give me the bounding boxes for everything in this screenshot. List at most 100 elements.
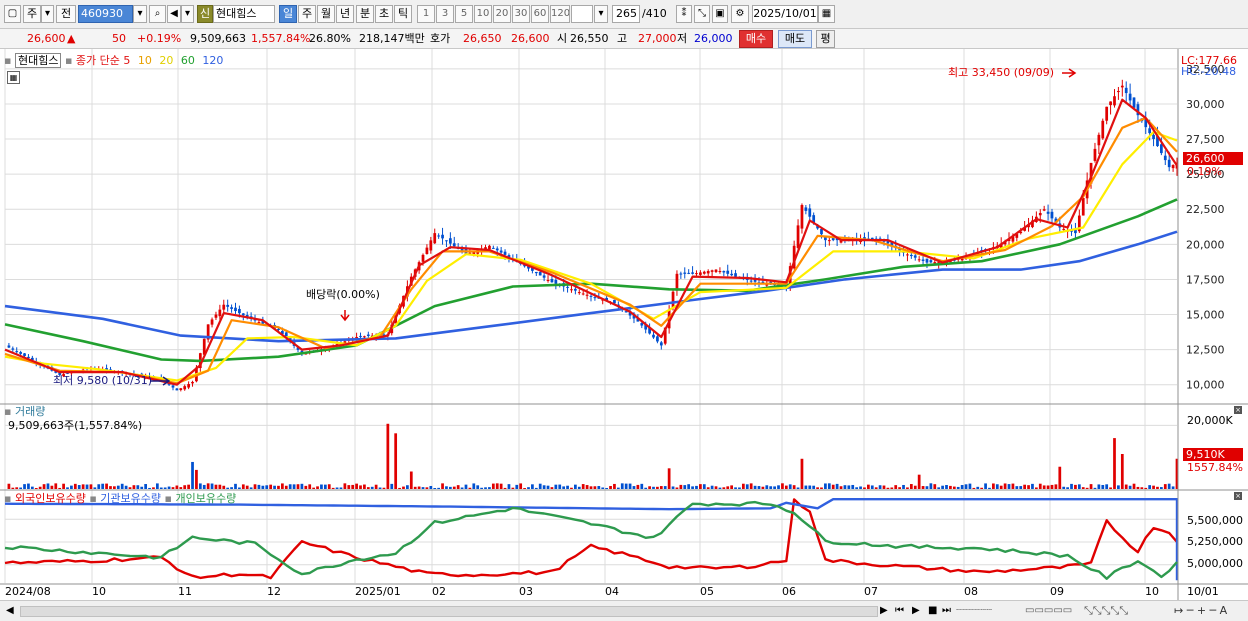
scroll-left-icon[interactable]: ◀ bbox=[6, 604, 14, 617]
interval-3-button[interactable]: 3 bbox=[436, 5, 454, 23]
period-year-tab[interactable]: 년 bbox=[336, 5, 354, 23]
play-icon[interactable]: ▶ bbox=[912, 604, 920, 617]
volume-bar bbox=[472, 483, 476, 489]
layout-icons[interactable]: ▭▭▭▭▭ bbox=[1025, 604, 1072, 617]
prev-button[interactable]: 전 bbox=[56, 5, 76, 23]
volume-bar bbox=[308, 484, 312, 489]
candle-body bbox=[1050, 211, 1054, 219]
period-day-tab[interactable]: 일 bbox=[279, 5, 297, 23]
volume-bar bbox=[988, 487, 991, 489]
volume-bar bbox=[527, 487, 530, 489]
volume-bar bbox=[702, 484, 706, 489]
period-second-tab[interactable]: 초 bbox=[375, 5, 393, 23]
speaker-icon[interactable]: ◀ bbox=[167, 5, 181, 23]
volume-bar bbox=[335, 487, 339, 489]
average-button[interactable]: 평 bbox=[816, 30, 835, 48]
legend-series-label: 종가 단순 bbox=[75, 54, 120, 67]
candle-body bbox=[1105, 106, 1109, 121]
period-tick-tab[interactable]: 틱 bbox=[394, 5, 412, 23]
candle-body bbox=[699, 272, 702, 275]
custom-interval-dropdown-icon[interactable]: ▾ bbox=[594, 5, 608, 23]
candle-body bbox=[909, 254, 913, 257]
date-field[interactable]: 2025/10/01 bbox=[752, 5, 818, 23]
interval-20-button[interactable]: 20 bbox=[493, 5, 511, 23]
crosshair-icon[interactable]: ⤡ bbox=[694, 5, 710, 23]
volume-bar bbox=[589, 486, 593, 489]
volume-bar bbox=[476, 485, 480, 489]
close-volume-icon[interactable]: × bbox=[1234, 406, 1242, 414]
zoom-icons[interactable]: ↦ ─ + ─ A bbox=[1174, 604, 1227, 617]
bottom-scrollbar[interactable]: ◀ ▶ ⏮ ▶ ■ ⏭ ┄┄┄┄┄┄ ▭▭▭▭▭ ⤡⤡⤡⤡⤡ ↦ ─ + ─ A bbox=[0, 600, 1248, 621]
table-icon[interactable]: ▦ bbox=[7, 71, 20, 84]
volume-bar bbox=[566, 485, 569, 489]
volume-bar bbox=[671, 486, 675, 489]
calendar-icon[interactable]: ▦ bbox=[818, 5, 835, 23]
volume-bar bbox=[878, 485, 882, 489]
x-label-10: 10 bbox=[92, 585, 106, 598]
candle-body bbox=[230, 307, 233, 309]
stock-code-input[interactable]: 460930 bbox=[78, 5, 133, 23]
candle-body bbox=[593, 297, 597, 299]
open-label: 시 bbox=[557, 32, 568, 45]
draw-tool-icons[interactable]: ⤡⤡⤡⤡⤡ bbox=[1084, 604, 1128, 617]
sell-button[interactable]: 매도 bbox=[778, 30, 812, 48]
volume-bar bbox=[386, 423, 390, 489]
candle-body bbox=[702, 271, 706, 274]
candle-body bbox=[659, 342, 663, 346]
speed-slider-icon[interactable]: ┄┄┄┄┄┄ bbox=[956, 604, 992, 617]
interval-5-button[interactable]: 5 bbox=[455, 5, 473, 23]
forward-icon[interactable]: ⏭ bbox=[942, 604, 951, 617]
ask-price-2: 26,600 bbox=[511, 32, 550, 45]
scroll-right-icon[interactable]: ▶ bbox=[880, 604, 888, 617]
speaker-dropdown-icon[interactable]: ▾ bbox=[181, 5, 194, 23]
interval-60-button[interactable]: 60 bbox=[531, 5, 549, 23]
holdings-tick-2: 5,250,000 bbox=[1187, 535, 1243, 548]
custom-interval-field[interactable] bbox=[571, 5, 593, 23]
volume-bar bbox=[925, 486, 929, 489]
search-icon[interactable]: ⌕ bbox=[149, 5, 166, 23]
window-icon[interactable]: ▢ bbox=[4, 5, 21, 23]
volume-bar bbox=[468, 487, 472, 489]
period-month-tab[interactable]: 월 bbox=[317, 5, 335, 23]
volume-bar bbox=[964, 484, 968, 489]
count-input[interactable]: 265 bbox=[612, 5, 640, 23]
volume-bar bbox=[1019, 486, 1023, 489]
x-label-date: 10/01 bbox=[1187, 585, 1219, 598]
candle-body bbox=[870, 237, 874, 240]
x-label-12: 12 bbox=[267, 585, 281, 598]
volume-bar bbox=[327, 484, 331, 489]
candle-body bbox=[726, 270, 730, 274]
candle-body bbox=[1113, 96, 1116, 106]
buy-button[interactable]: 매수 bbox=[739, 30, 773, 48]
x-label-09: 09 bbox=[1050, 585, 1064, 598]
interval-30-button[interactable]: 30 bbox=[512, 5, 530, 23]
price-tick-label: 22,500 bbox=[1186, 203, 1225, 216]
volume-bar bbox=[1058, 466, 1062, 489]
stock-chart[interactable]: 10,00012,50015,00017,50020,00022,50025,0… bbox=[0, 49, 1248, 600]
close-holdings-icon[interactable]: × bbox=[1234, 492, 1242, 500]
volume-bar bbox=[198, 483, 202, 489]
period-minute-tab[interactable]: 분 bbox=[356, 5, 374, 23]
period-week-tab[interactable]: 주 bbox=[298, 5, 316, 23]
code-dropdown-icon[interactable]: ▾ bbox=[133, 5, 147, 23]
interval-1-button[interactable]: 1 bbox=[417, 5, 435, 23]
interval-10-button[interactable]: 10 bbox=[474, 5, 492, 23]
volume-bar bbox=[749, 483, 753, 489]
type-select[interactable]: 주 bbox=[23, 5, 41, 23]
rewind-icon[interactable]: ⏮ bbox=[895, 604, 904, 617]
volume-bar bbox=[1140, 487, 1144, 489]
volume-bar bbox=[230, 487, 233, 489]
save-icon[interactable]: ▣ bbox=[712, 5, 728, 23]
scroll-track[interactable] bbox=[20, 606, 878, 617]
volume-bar bbox=[523, 488, 526, 489]
candle-icon[interactable]: ⁑ bbox=[676, 5, 692, 23]
stop-icon[interactable]: ■ bbox=[928, 604, 937, 617]
stock-name-field[interactable]: 현대힘스 bbox=[213, 5, 275, 23]
volume-bar bbox=[890, 487, 894, 489]
candle-body bbox=[640, 323, 644, 326]
legend-stock-name[interactable]: 현대힘스 bbox=[14, 53, 62, 68]
volume-bar bbox=[710, 485, 714, 489]
type-dropdown-icon[interactable]: ▾ bbox=[41, 5, 54, 23]
gear-icon[interactable]: ⚙ bbox=[731, 5, 749, 23]
interval-120-button[interactable]: 120 bbox=[550, 5, 570, 23]
